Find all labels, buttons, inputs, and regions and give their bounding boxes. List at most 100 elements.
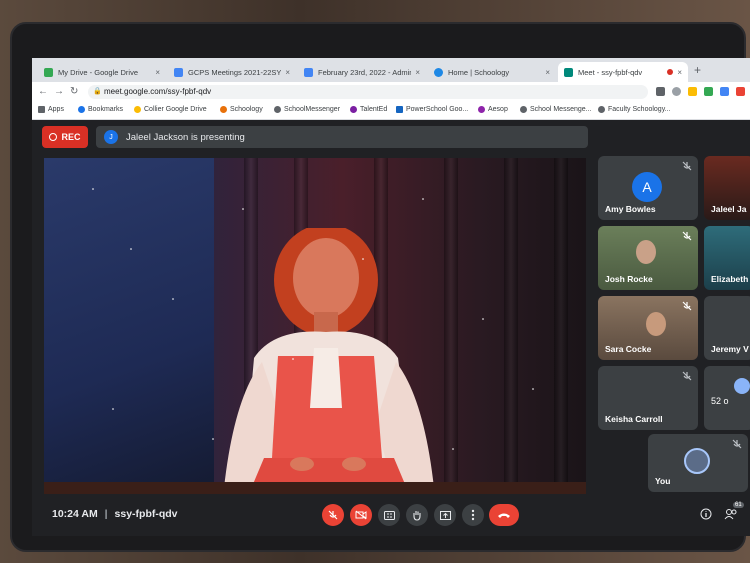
mic-muted-icon (682, 231, 692, 241)
globe-icon (598, 106, 605, 113)
present-icon (439, 510, 451, 520)
bookmark-apps[interactable]: Apps (38, 106, 64, 113)
dust-speck (172, 298, 174, 300)
address-bar[interactable]: 🔒 meet.google.com/ssy-fpbf-qdv (88, 85, 648, 99)
talented-icon (350, 106, 357, 113)
close-icon[interactable]: × (155, 68, 160, 77)
bookmark-schoolmessenger[interactable]: SchoolMessenger (274, 106, 340, 113)
dust-speck (532, 388, 534, 390)
meeting-details-icon[interactable] (700, 508, 712, 520)
new-tab-button[interactable]: + (694, 63, 701, 77)
dust-speck (212, 438, 214, 440)
back-arrow-icon[interactable]: ← (38, 86, 48, 97)
self-tile[interactable]: You (648, 434, 748, 492)
dust-speck (242, 208, 244, 210)
forward-arrow-icon[interactable]: → (54, 86, 64, 97)
mic-muted-icon (682, 301, 692, 311)
recording-indicator[interactable]: REC (42, 126, 88, 148)
self-avatar (684, 448, 710, 474)
presenting-text: Jaleel Jackson is presenting (126, 131, 245, 143)
dust-speck (92, 188, 94, 190)
bookmark-aesop[interactable]: Aesop (478, 106, 508, 113)
google-docs-icon (304, 67, 313, 77)
participant-tile-jeremy[interactable]: Jeremy V (704, 296, 750, 360)
bookmark-label: Bookmarks (88, 106, 124, 113)
curtain-fold (444, 158, 458, 496)
present-now-button[interactable] (434, 504, 456, 526)
tab-title: My Drive - Google Drive (58, 67, 139, 77)
meeting-code: ssy-fpbf-qdv (114, 508, 178, 520)
camera-off-icon (355, 510, 367, 520)
tab-title: Home | Schoology (448, 67, 510, 77)
current-time: 10:24 AM (52, 508, 98, 520)
bookmark-schoology[interactable]: Schoology (220, 106, 263, 113)
tab-title: Meet - ssy-fpbf-qdv (578, 67, 643, 77)
recording-dot-icon (667, 69, 674, 75)
hand-icon (413, 510, 421, 521)
bookmark-label: Schoology (230, 106, 263, 113)
participant-tile-jaleel[interactable]: Jaleel Ja (704, 156, 750, 220)
participant-tile-elizabeth[interactable]: Elizabeth (704, 226, 750, 290)
bookmark-bookmarks[interactable]: Bookmarks (78, 106, 123, 113)
bookmark-faculty-schoology[interactable]: Faculty Schoology... (598, 106, 671, 113)
leave-call-button[interactable] (489, 504, 519, 526)
main-presentation-video (44, 158, 586, 496)
star-icon (78, 106, 85, 113)
bookmark-label: Collier Google Drive (144, 106, 207, 113)
curtain-fold (554, 158, 568, 496)
globe-icon (520, 106, 527, 113)
bookmark-collier-drive[interactable]: Collier Google Drive (134, 106, 207, 113)
participant-tile-josh-rocke[interactable]: Josh Rocke (598, 226, 698, 290)
performer-figure (224, 228, 434, 496)
close-icon[interactable]: × (415, 68, 420, 77)
presenter-avatar: J (104, 130, 118, 144)
bookmark-powerschool[interactable]: PowerSchool Goo... (396, 106, 468, 113)
raise-hand-button[interactable] (406, 504, 428, 526)
apps-grid-icon (38, 106, 45, 113)
participant-tile-sara-cocke[interactable]: Sara Cocke (598, 296, 698, 360)
mic-off-icon (328, 510, 338, 520)
people-icon[interactable] (724, 508, 738, 520)
participant-name: Jaleel Ja (711, 204, 747, 214)
camera-icon[interactable] (656, 87, 665, 96)
more-options-button[interactable] (462, 504, 484, 526)
google-drive-icon (44, 67, 53, 77)
more-participants-tile[interactable]: 52 o (704, 366, 750, 430)
extension-icon[interactable] (672, 87, 681, 96)
tab-schoology[interactable]: Home | Schoology × (428, 62, 556, 82)
google-meet-icon (564, 67, 573, 77)
tab-my-drive[interactable]: My Drive - Google Drive × (38, 62, 166, 82)
extension-icon[interactable] (704, 87, 713, 96)
participant-video-face (646, 312, 666, 336)
tab-title: GCPS Meetings 2021-22SY - G (188, 67, 282, 77)
schoology-icon (220, 106, 227, 113)
close-icon[interactable]: × (285, 68, 290, 77)
reload-icon[interactable]: ↻ (70, 86, 78, 97)
tab-february-admin[interactable]: February 23rd, 2022 - Admin × (298, 62, 426, 82)
participant-tile-amy-bowles[interactable]: A Amy Bowles (598, 156, 698, 220)
laptop-screen: My Drive - Google Drive × GCPS Meetings … (32, 58, 750, 536)
url-text: meet.google.com/ssy-fpbf-qdv (104, 87, 212, 96)
bookmark-talented[interactable]: TalentEd (350, 106, 387, 113)
separator: | (104, 508, 108, 520)
mic-muted-icon (732, 439, 742, 449)
more-vert-icon (471, 509, 475, 521)
extension-icon[interactable] (720, 87, 729, 96)
captions-icon (383, 510, 395, 520)
close-icon[interactable]: × (677, 68, 682, 77)
participant-name: Amy Bowles (605, 204, 656, 214)
captions-button[interactable] (378, 504, 400, 526)
camera-toggle-button[interactable] (350, 504, 372, 526)
google-docs-icon (174, 67, 183, 77)
mic-toggle-button[interactable] (322, 504, 344, 526)
dust-speck (130, 248, 132, 250)
tab-meet[interactable]: Meet - ssy-fpbf-qdv × (558, 62, 688, 82)
bookmark-school-messenger[interactable]: School Messenge... (520, 106, 591, 113)
participant-tile-keisha-carroll[interactable]: Keisha Carroll (598, 366, 698, 430)
curtain-fold (504, 158, 518, 496)
close-icon[interactable]: × (545, 68, 550, 77)
dust-speck (112, 408, 114, 410)
star-icon[interactable] (688, 87, 697, 96)
tab-gcps-meetings[interactable]: GCPS Meetings 2021-22SY - G × (168, 62, 296, 82)
extension-icon[interactable] (736, 87, 745, 96)
